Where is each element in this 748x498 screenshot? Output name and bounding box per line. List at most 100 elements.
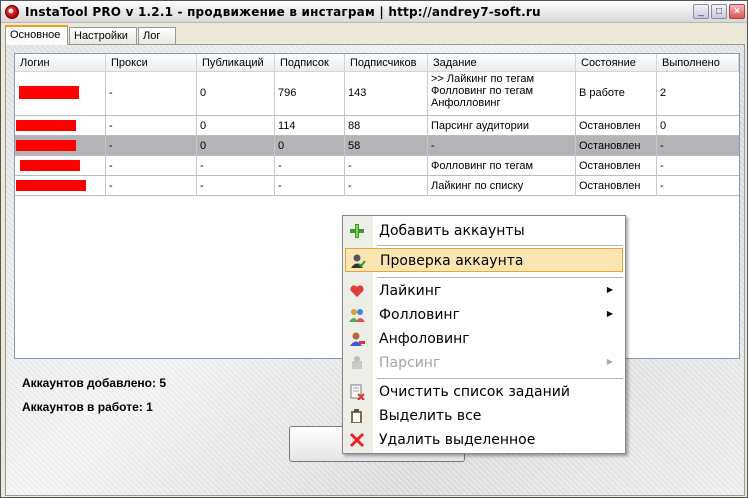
column-header-state[interactable]: Состояние bbox=[576, 54, 657, 72]
table-row[interactable]: - 0 796 143 >> Лайкинг по тегам Фолловин… bbox=[15, 72, 739, 116]
cell-done: 2 bbox=[660, 87, 667, 99]
cell-task: Фолловинг по тегам bbox=[428, 156, 576, 176]
cell-done: 0 bbox=[660, 120, 667, 132]
column-header-done[interactable]: Выполнено bbox=[657, 54, 739, 72]
cell-login bbox=[15, 72, 106, 116]
table-row[interactable]: - - - - Фолловинг по тегам Остановлен - bbox=[15, 156, 739, 176]
cell-task: >> Лайкинг по тегам Фолловинг по тегам А… bbox=[428, 72, 576, 116]
task-line: Анфолловинг bbox=[431, 97, 501, 109]
delete-x-icon bbox=[349, 432, 365, 448]
menu-item-add-accounts[interactable]: Добавить аккаунты bbox=[345, 219, 623, 243]
clipboard-icon bbox=[349, 408, 365, 424]
cell-posts: - bbox=[197, 156, 275, 176]
menu-item-label: Проверка аккаунта bbox=[380, 253, 524, 269]
tab-settings[interactable]: Настройки bbox=[69, 27, 137, 45]
menu-separator bbox=[377, 378, 623, 379]
cell-followers: 58 bbox=[345, 136, 428, 156]
cell-following: 796 bbox=[275, 72, 345, 116]
user-check-icon bbox=[350, 253, 366, 269]
cell-done: - bbox=[660, 140, 664, 152]
redacted-login bbox=[19, 86, 79, 99]
table-header: Логин Прокси Публикаций Подписок Подписч… bbox=[15, 54, 739, 72]
column-header-posts[interactable]: Публикаций bbox=[197, 54, 275, 72]
cell-posts: 0 bbox=[197, 136, 275, 156]
title-bar[interactable]: InstaTool PRO v 1.2.1 - продвижение в ин… bbox=[1, 1, 747, 23]
submenu-arrow-icon: ▶ bbox=[606, 309, 613, 318]
menu-item-label: Парсинг bbox=[379, 355, 441, 371]
plus-icon bbox=[349, 223, 365, 239]
cell-posts: 0 bbox=[197, 116, 275, 136]
cell-followers: 88 bbox=[345, 116, 428, 136]
menu-item-label: Выделить все bbox=[379, 408, 482, 424]
cell-task: Лайкинг по списку bbox=[428, 176, 576, 196]
cell-proxy: - bbox=[106, 156, 197, 176]
menu-item-label: Очистить список заданий bbox=[379, 384, 570, 400]
column-header-following[interactable]: Подписок bbox=[275, 54, 345, 72]
cell-proxy: - bbox=[106, 72, 197, 116]
cell-state: Остановлен bbox=[576, 136, 657, 156]
submenu-arrow-icon: ▶ bbox=[606, 357, 613, 366]
table-row[interactable]: - 0 114 88 Парсинг аудитории Остановлен … bbox=[15, 116, 739, 136]
menu-item-following[interactable]: Фолловинг ▶ bbox=[345, 303, 623, 327]
menu-item-liking[interactable]: Лайкинг ▶ bbox=[345, 279, 623, 303]
users-icon bbox=[349, 307, 365, 323]
close-button[interactable]: × bbox=[729, 4, 745, 19]
maximize-button[interactable]: □ bbox=[711, 4, 727, 19]
cell-done: - bbox=[660, 180, 664, 192]
cell-proxy: - bbox=[106, 176, 197, 196]
menu-item-check-account[interactable]: Проверка аккаунта bbox=[345, 248, 623, 272]
clear-list-icon bbox=[349, 384, 365, 401]
redacted-login bbox=[16, 120, 76, 131]
column-header-proxy[interactable]: Прокси bbox=[106, 54, 197, 72]
menu-item-clear-tasks[interactable]: Очистить список заданий bbox=[345, 380, 623, 404]
cell-posts: - bbox=[197, 176, 275, 196]
tab-log[interactable]: Лог bbox=[138, 27, 176, 45]
cell-done: - bbox=[660, 160, 664, 172]
cell-task: - bbox=[428, 136, 576, 156]
cell-followers: - bbox=[345, 176, 428, 196]
cell-proxy: - bbox=[106, 136, 197, 156]
cell-following: - bbox=[275, 156, 345, 176]
window-title: InstaTool PRO v 1.2.1 - продвижение в ин… bbox=[25, 5, 541, 19]
menu-item-label: Фолловинг bbox=[379, 307, 460, 323]
redacted-login bbox=[16, 180, 86, 191]
cell-state: Остановлен bbox=[576, 176, 657, 196]
column-header-task[interactable]: Задание bbox=[428, 54, 576, 72]
menu-item-select-all[interactable]: Выделить все bbox=[345, 404, 623, 428]
menu-item-unfollowing[interactable]: Анфоловинг bbox=[345, 327, 623, 351]
table-row-selected[interactable]: - 0 0 58 - Остановлен - bbox=[15, 136, 739, 156]
cell-state: В работе bbox=[576, 72, 657, 116]
cell-state: Остановлен bbox=[576, 116, 657, 136]
cell-login bbox=[15, 176, 106, 196]
column-header-login[interactable]: Логин bbox=[15, 54, 106, 72]
menu-item-label: Добавить аккаунты bbox=[379, 223, 525, 239]
user-remove-icon bbox=[349, 331, 365, 347]
menu-separator bbox=[377, 245, 623, 246]
cell-login bbox=[15, 156, 106, 176]
tab-main[interactable]: Основное bbox=[5, 25, 68, 45]
column-header-followers[interactable]: Подписчиков bbox=[345, 54, 428, 72]
cell-followers: 143 bbox=[345, 72, 428, 116]
cell-login bbox=[15, 136, 106, 156]
minimize-button[interactable]: _ bbox=[693, 4, 709, 19]
cell-state: Остановлен bbox=[576, 156, 657, 176]
cell-task: Парсинг аудитории bbox=[428, 116, 576, 136]
menu-item-delete-selected[interactable]: Удалить выделенное bbox=[345, 428, 623, 452]
cell-followers: - bbox=[345, 156, 428, 176]
cell-following: 114 bbox=[275, 116, 345, 136]
cell-login bbox=[15, 116, 106, 136]
cell-following: - bbox=[275, 176, 345, 196]
menu-item-label: Анфоловинг bbox=[379, 331, 470, 347]
cell-following: 0 bbox=[275, 136, 345, 156]
cell-posts: 0 bbox=[197, 72, 275, 116]
app-icon bbox=[5, 5, 19, 19]
accounts-working-label: Аккаунтов в работе: 1 bbox=[22, 400, 153, 414]
task-line: >> Лайкинг по тегам bbox=[431, 73, 535, 85]
menu-item-label: Лайкинг bbox=[379, 283, 442, 299]
redacted-login bbox=[16, 140, 76, 151]
menu-item-parsing[interactable]: Парсинг ▶ bbox=[345, 351, 623, 375]
task-line: Фолловинг по тегам bbox=[431, 85, 534, 97]
table-row[interactable]: - - - - Лайкинг по списку Остановлен - bbox=[15, 176, 739, 196]
menu-separator bbox=[377, 277, 623, 278]
parse-icon bbox=[349, 355, 365, 371]
